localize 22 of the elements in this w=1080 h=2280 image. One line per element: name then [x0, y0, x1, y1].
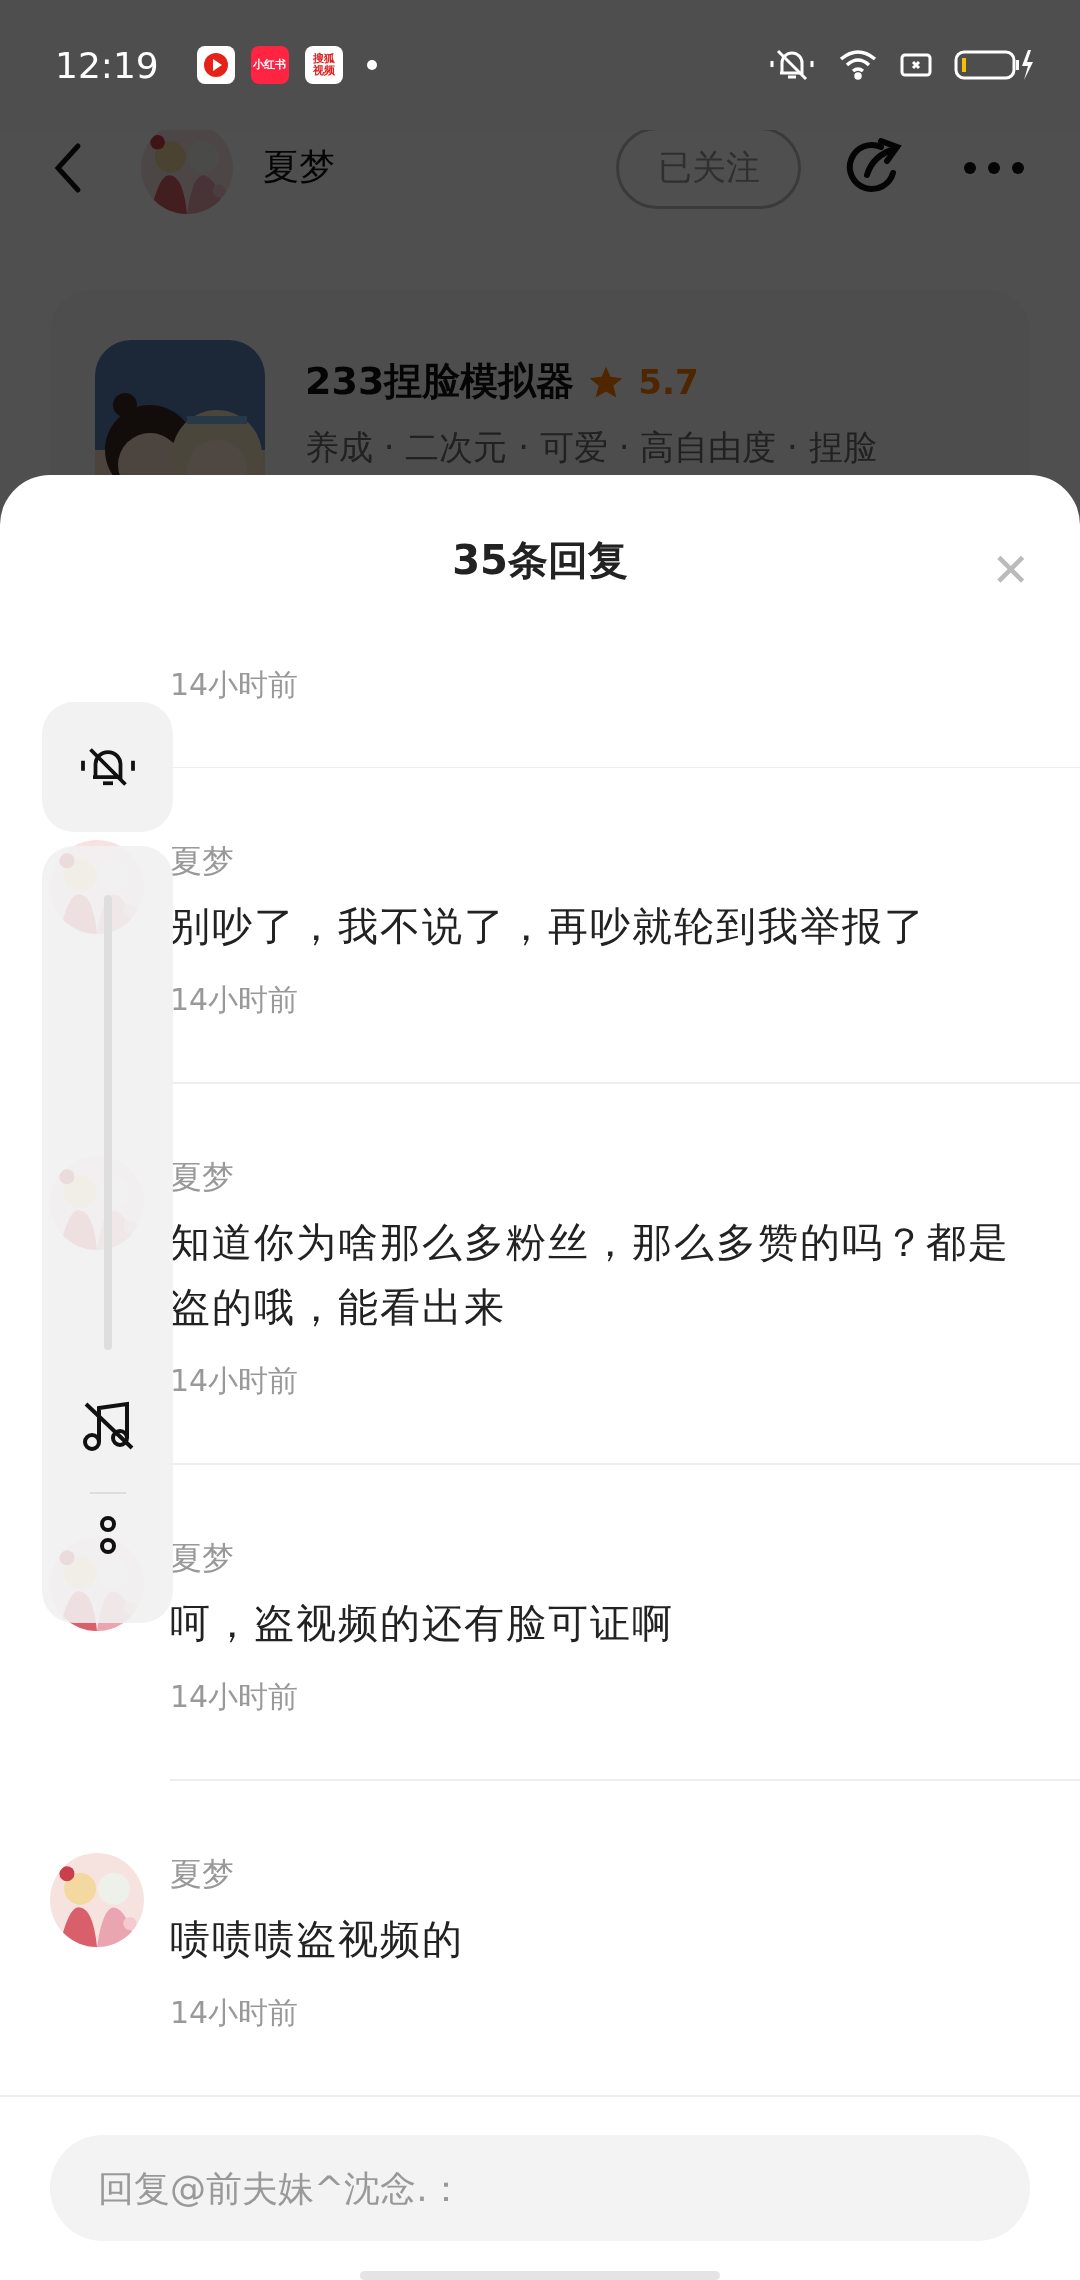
status-time: 12:19	[55, 44, 159, 86]
app-icon: 搜狐 视频	[304, 46, 343, 84]
game-rating: 5.7	[638, 361, 699, 402]
reply-text: 别吵了，我不说了，再吵就轮到我举报了	[170, 902, 927, 952]
reply-author: 夏梦	[170, 841, 235, 883]
reply-input[interactable]: 回复@前夫妹^沈念.：	[50, 2135, 1030, 2242]
close-button[interactable]: ✕	[991, 547, 1030, 593]
app-icon: 小红书	[250, 46, 289, 84]
reply-author: 夏梦	[170, 1157, 235, 1199]
user-name: 夏梦	[263, 145, 336, 189]
game-title: 233捏脸模拟器	[305, 358, 575, 405]
reply-author: 夏梦	[170, 1538, 235, 1580]
reply-time: 14小时前	[170, 1994, 300, 2032]
reply-text: 知道你为啥那么多粉丝，那么多赞的吗？都是盗的哦，能看出来	[170, 1218, 1011, 1333]
reply-time: 14小时前	[170, 1362, 300, 1401]
reply-text: 啧啧啧盗视频的	[170, 1915, 465, 1964]
reply-text: 呵，盗视频的还有脸可证啊	[170, 1599, 675, 1649]
reply-time: 14小时前	[170, 1678, 300, 1717]
reply-time: 14小时前	[170, 665, 300, 704]
sheet-title: 35条回复	[452, 535, 628, 585]
reply-time: 14小时前	[170, 981, 300, 1020]
reply-author: 夏梦	[170, 1854, 235, 1895]
